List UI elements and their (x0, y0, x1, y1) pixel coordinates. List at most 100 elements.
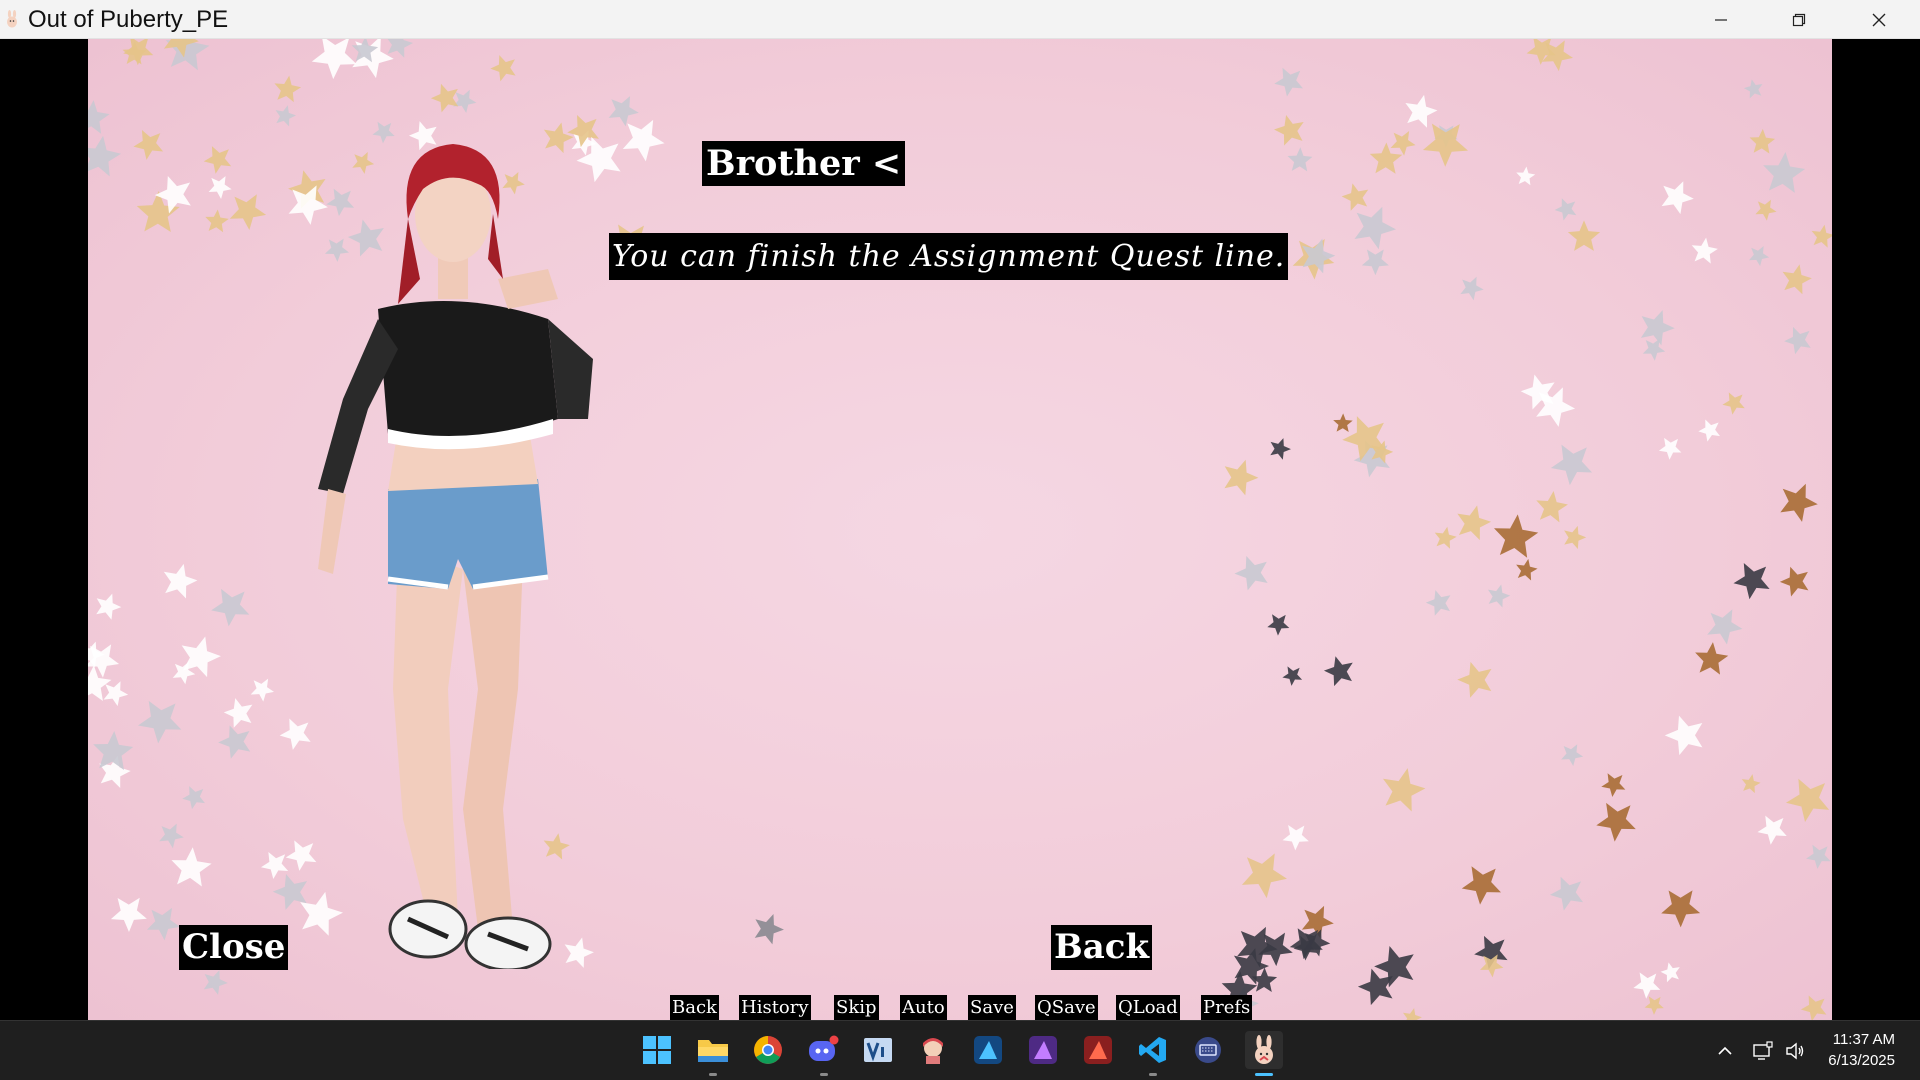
vi-app-icon (864, 1038, 892, 1062)
close-icon (1872, 13, 1886, 26)
star-decoration (1267, 614, 1290, 636)
restore-icon (1792, 13, 1806, 26)
star-decoration (1333, 413, 1353, 432)
star-decoration (1549, 876, 1584, 911)
active-indicator (1255, 1073, 1273, 1076)
speaker-name: Brother < (702, 141, 906, 186)
star-decoration (88, 135, 122, 177)
minimize-button[interactable] (1682, 0, 1760, 39)
taskbar-affinity-designer[interactable] (969, 1031, 1007, 1069)
close-button[interactable]: Close (179, 925, 289, 970)
affinity-designer-icon (974, 1036, 1002, 1064)
quick-menu-skip[interactable]: Skip (834, 995, 879, 1020)
star-decoration (1695, 642, 1729, 675)
star-decoration (1282, 824, 1309, 851)
taskbar-keyboard-app[interactable] (1189, 1031, 1227, 1069)
star-decoration (1741, 774, 1761, 794)
star-decoration (1567, 220, 1601, 251)
minimize-icon (1715, 18, 1727, 21)
star-decoration (1658, 437, 1682, 460)
star-decoration (1405, 94, 1438, 128)
quick-menu-save[interactable]: Save (968, 995, 1016, 1020)
clock-date[interactable]: 6/13/2025 (1828, 1052, 1895, 1069)
star-decoration (1224, 459, 1259, 496)
clock-time[interactable]: 11:37 AM (1833, 1031, 1895, 1048)
star-decoration (1494, 514, 1539, 558)
star-decoration (275, 105, 297, 127)
star-decoration (137, 700, 182, 744)
game-viewport[interactable]: Brother < You can finish the Assignment … (88, 39, 1832, 1020)
character-sprite (318, 144, 593, 969)
star-decoration (1660, 962, 1680, 983)
taskbar-affinity-photo[interactable] (1024, 1031, 1062, 1069)
star-decoration (1633, 972, 1661, 999)
chevron-up-icon[interactable] (1714, 1040, 1736, 1062)
star-decoration (1642, 338, 1666, 361)
star-decoration (1434, 526, 1457, 549)
quick-menu-history[interactable]: History (739, 995, 811, 1020)
star-decoration (1425, 590, 1451, 616)
star-decoration (1779, 566, 1809, 597)
star-decoration (1270, 438, 1291, 460)
star-decoration (1780, 483, 1818, 522)
game-bunny-icon (1255, 1035, 1273, 1064)
star-decoration (1361, 249, 1389, 276)
star-decoration (1661, 890, 1701, 928)
star-decoration (1403, 1008, 1422, 1020)
star-decoration (1461, 866, 1501, 905)
star-decoration (1274, 115, 1304, 146)
star-decoration (1550, 444, 1593, 486)
star-decoration (1341, 183, 1369, 211)
taskbar-file-explorer[interactable] (694, 1031, 732, 1069)
taskbar-vi-app[interactable] (859, 1031, 897, 1069)
keyboard-app-icon (1195, 1037, 1221, 1063)
quick-menu-qsave[interactable]: QSave (1035, 995, 1098, 1020)
star-decoration (1234, 556, 1268, 591)
volume-icon[interactable] (1784, 1040, 1806, 1062)
taskbar-anime-avatar[interactable] (914, 1031, 952, 1069)
affinity-photo-icon (1029, 1036, 1057, 1064)
taskbar-chrome[interactable] (749, 1031, 787, 1069)
star-decoration (490, 55, 516, 82)
star-decoration (88, 100, 110, 134)
taskbar-discord[interactable] (804, 1031, 842, 1069)
star-decoration (1323, 656, 1353, 687)
taskbar-vscode[interactable] (1134, 1031, 1172, 1069)
windows-start-button[interactable] (638, 1031, 676, 1069)
star-decoration (1757, 815, 1787, 845)
quick-menu-qload[interactable]: QLoad (1116, 995, 1180, 1020)
star-decoration (1755, 199, 1777, 221)
star-decoration (1743, 79, 1763, 99)
taskbar: 11:37 AM 6/13/2025 (0, 1020, 1920, 1080)
star-decoration (1664, 715, 1703, 756)
back-button[interactable]: Back (1051, 925, 1153, 970)
running-indicator (820, 1073, 828, 1076)
star-decoration (1707, 609, 1743, 645)
quick-menu-auto[interactable]: Auto (900, 995, 947, 1020)
star-decoration (1287, 147, 1313, 172)
quick-menu-prefs[interactable]: Prefs (1201, 995, 1253, 1020)
anime-avatar-icon (923, 1038, 943, 1064)
star-decoration (1661, 181, 1694, 215)
vscode-icon (1139, 1037, 1166, 1063)
star-decoration (1354, 206, 1396, 250)
star-decoration (208, 176, 232, 199)
network-icon[interactable] (1752, 1040, 1774, 1062)
taskbar-affinity-publisher[interactable] (1079, 1031, 1117, 1069)
star-decoration (1564, 525, 1587, 550)
star-decoration (1785, 778, 1830, 823)
taskbar-game-active[interactable] (1245, 1031, 1283, 1069)
star-decoration (1274, 67, 1303, 97)
star-decoration (453, 89, 477, 113)
running-indicator (1149, 1073, 1157, 1076)
close-window-button[interactable] (1840, 0, 1918, 39)
star-decoration (608, 96, 639, 127)
star-decoration (1749, 128, 1776, 154)
star-decoration (1516, 558, 1538, 581)
file-explorer-icon (698, 1040, 728, 1062)
restore-button[interactable] (1760, 0, 1838, 39)
quick-menu-back[interactable]: Back (670, 995, 719, 1020)
star-decoration (1698, 419, 1720, 442)
star-decoration (1691, 237, 1718, 264)
star-decoration (1460, 276, 1484, 301)
